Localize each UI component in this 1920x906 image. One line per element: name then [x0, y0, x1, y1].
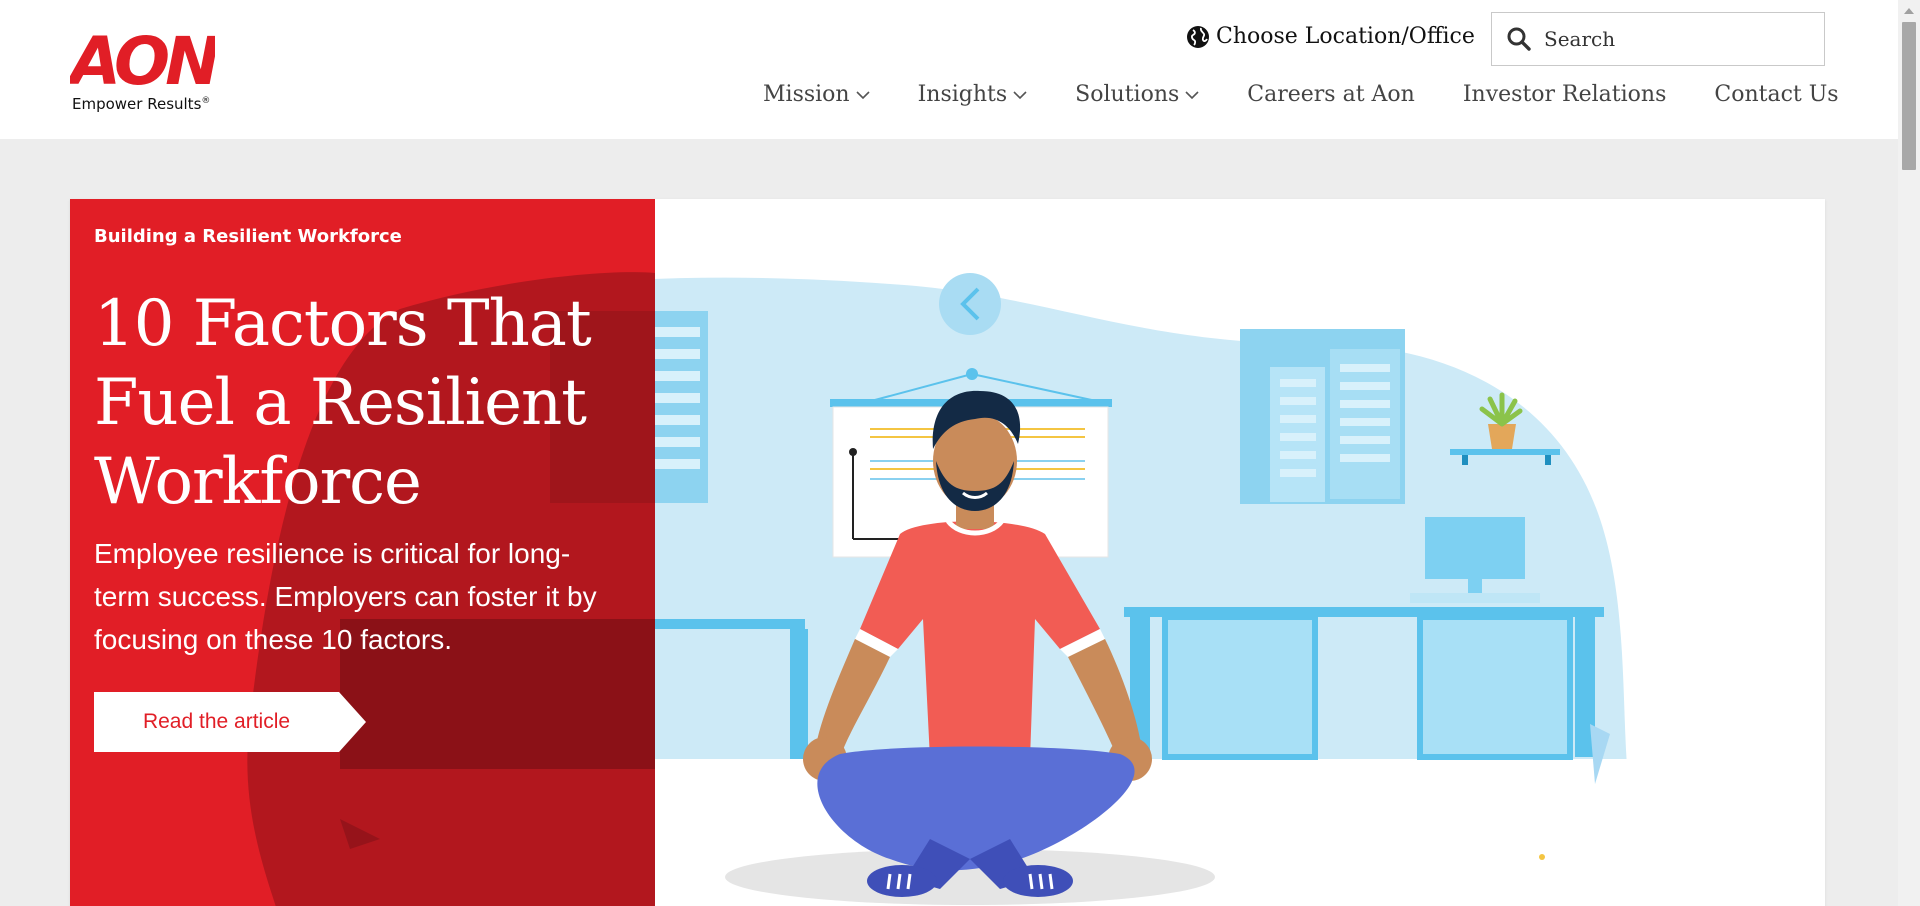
- aon-logo[interactable]: AON Empower Results®: [70, 22, 220, 117]
- search-icon[interactable]: [1506, 26, 1532, 52]
- svg-text:AON: AON: [70, 23, 215, 90]
- carousel-prev-button: [939, 273, 1001, 335]
- search-box[interactable]: [1491, 12, 1825, 66]
- chevron-down-icon: [1013, 90, 1027, 99]
- hero-eyebrow: Building a Resilient Workforce: [94, 226, 402, 247]
- location-label: Choose Location/Office: [1216, 24, 1475, 49]
- chevron-down-icon: [1185, 90, 1199, 99]
- choose-location-link[interactable]: Choose Location/Office: [1186, 24, 1475, 49]
- nav-item-label: Investor Relations: [1462, 82, 1667, 107]
- nav-item-insights[interactable]: Insights: [918, 82, 1028, 107]
- hero-headline: 10 Factors That Fuel a Resilient Workfor…: [94, 287, 592, 519]
- nav-item-careers[interactable]: Careers at Aon: [1247, 82, 1415, 107]
- nav-item-label: Insights: [917, 82, 1008, 107]
- hero-text-panel: Building a Resilient Workforce 10 Factor…: [70, 199, 655, 906]
- nav-item-investor-relations[interactable]: Investor Relations: [1463, 82, 1667, 107]
- nav-item-label: Contact Us: [1714, 82, 1839, 107]
- read-article-button[interactable]: Read the article: [94, 692, 366, 752]
- hero-banner: Building a Resilient Workforce 10 Factor…: [70, 199, 1825, 906]
- read-article-label: Read the article: [142, 710, 291, 733]
- scroll-up-arrow-icon[interactable]: [1898, 0, 1920, 20]
- nav-item-contact-us[interactable]: Contact Us: [1714, 82, 1838, 107]
- globe-icon: [1187, 25, 1209, 48]
- nav-item-solutions[interactable]: Solutions: [1075, 82, 1199, 107]
- aon-logo-mark: AON: [70, 23, 215, 90]
- scrollbar-thumb[interactable]: [1902, 22, 1916, 170]
- site-header: AON Empower Results® Choose Location/Off…: [0, 0, 1898, 139]
- hero-subtext: Employee resilience is critical for long…: [94, 538, 597, 655]
- logo-tagline: Empower Results®: [72, 95, 211, 113]
- nav-item-label: Mission: [763, 82, 850, 107]
- main-nav: Mission Insights Solutions Careers at Ao…: [763, 82, 1839, 107]
- chevron-down-icon: [856, 90, 870, 99]
- search-input[interactable]: [1544, 27, 1804, 51]
- nav-item-label: Solutions: [1075, 82, 1180, 107]
- nav-item-label: Careers at Aon: [1247, 82, 1415, 107]
- page-scrollbar[interactable]: [1898, 0, 1920, 906]
- nav-item-mission[interactable]: Mission: [763, 82, 870, 107]
